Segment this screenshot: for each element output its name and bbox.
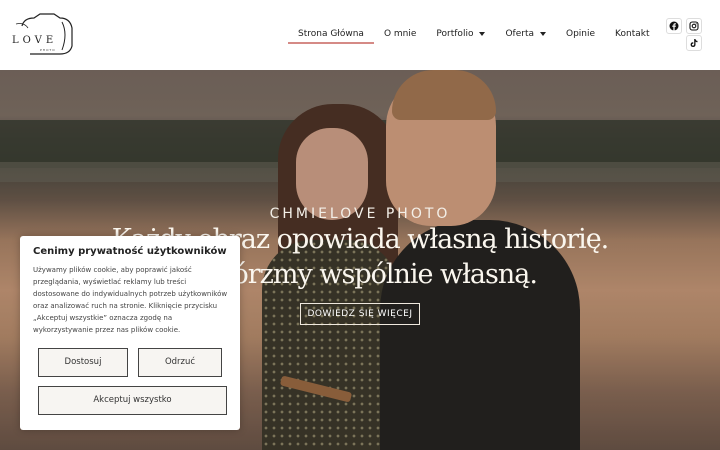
customize-cookies-button[interactable]: Dostosuj [38,348,128,377]
nav-item-contact[interactable]: Kontakt [605,28,659,44]
nav-label: Portfolio [436,29,474,39]
logo-subtext: PHOTO [40,48,56,52]
cookie-title: Cenimy prywatność użytkowników [33,246,227,257]
tiktok-button[interactable] [686,35,702,51]
nav-item-reviews[interactable]: Opinie [556,28,605,44]
cookie-consent-panel: Cenimy prywatność użytkowników Używamy p… [20,236,240,430]
tiktok-icon [690,39,698,47]
nav-item-about[interactable]: O mnie [374,28,426,44]
nav-label: Strona Główna [298,29,364,39]
main-nav: Strona Główna O mnie Portfolio Oferta Op… [288,28,660,48]
nav-label: Opinie [566,29,596,39]
learn-more-button[interactable]: DOWIEDZ SIĘ WIĘCEJ [300,303,420,325]
site-header: LOVE PHOTO Strona Główna O mnie Portfoli… [0,0,720,70]
reject-cookies-button[interactable]: Odrzuć [138,348,222,377]
caret-down-icon [540,32,546,36]
nav-label: Kontakt [615,29,650,39]
hero-subtitle: CHMIELOVE PHOTO [269,206,451,222]
nav-item-home[interactable]: Strona Główna [288,28,374,44]
instagram-button[interactable] [686,18,702,34]
facebook-icon [669,21,679,31]
accept-all-cookies-button[interactable]: Akceptuj wszystko [38,386,227,415]
nav-item-portfolio[interactable]: Portfolio [426,28,495,44]
facebook-button[interactable] [666,18,682,34]
nav-label: Oferta [505,29,534,39]
caret-down-icon [479,32,486,36]
nav-item-offer[interactable]: Oferta [495,28,556,44]
nav-label: O mnie [383,29,417,39]
instagram-icon [689,21,699,31]
logo[interactable]: LOVE PHOTO [10,10,74,56]
logo-text: LOVE [12,35,58,46]
cookie-description: Używamy plików cookie, aby poprawić jako… [33,266,228,334]
